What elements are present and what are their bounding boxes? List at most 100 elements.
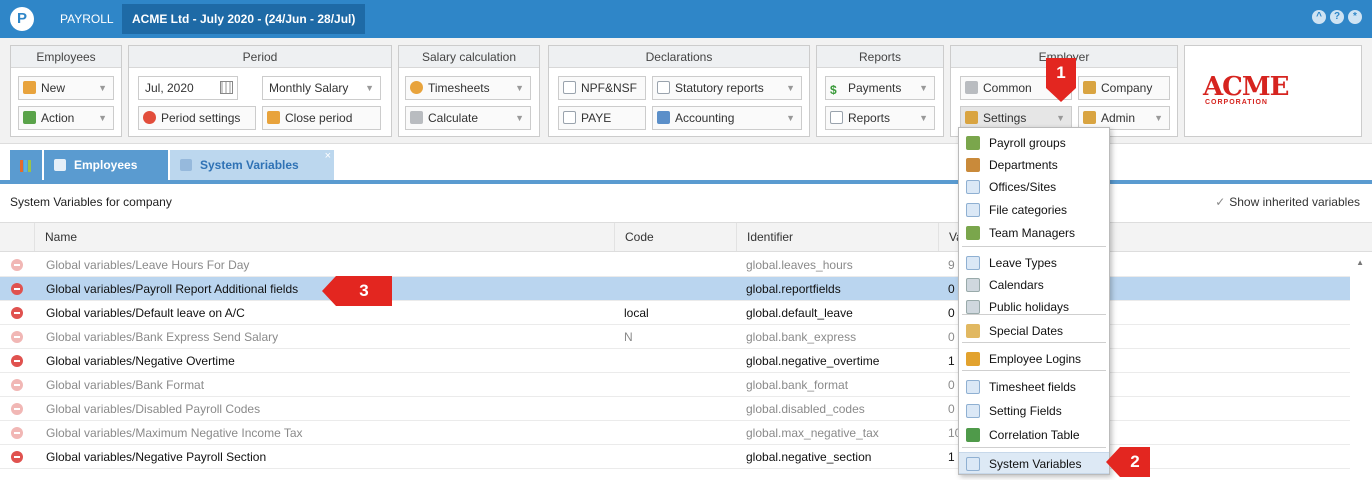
- tab-underline: [0, 180, 1372, 184]
- menu-item-label: Employee Logins: [989, 352, 1082, 366]
- document-icon: [830, 111, 843, 124]
- menu-item-setting-fields[interactable]: Setting Fields: [959, 400, 1109, 422]
- menu-item-file-categories[interactable]: File categories: [959, 199, 1109, 221]
- cell-identifier: global.default_leave: [746, 306, 853, 320]
- grid-header: Name Code Identifier Va: [0, 222, 1372, 252]
- column-header-identifier[interactable]: Identifier: [736, 223, 938, 251]
- menu-item-team-managers[interactable]: Team Managers: [959, 222, 1109, 244]
- company-icon: [1083, 81, 1096, 94]
- reports-button[interactable]: Reports ▼: [825, 106, 935, 130]
- period-settings-button[interactable]: Period settings: [138, 106, 256, 130]
- close-icon[interactable]: ×: [325, 141, 331, 171]
- table-row[interactable]: Global variables/Negative Overtime global…: [0, 349, 1350, 373]
- tab-system-variables[interactable]: System Variables ×: [170, 150, 334, 180]
- app-logo-icon[interactable]: P: [10, 7, 34, 31]
- document-icon: [54, 159, 66, 171]
- column-header-name[interactable]: Name: [34, 223, 614, 251]
- dropdown-arrow-icon: ▼: [98, 113, 107, 123]
- action-button[interactable]: Action ▼: [18, 106, 114, 130]
- cell-code: N: [624, 330, 633, 344]
- status-icon[interactable]: [11, 355, 23, 367]
- gear-icon[interactable]: *: [1348, 10, 1362, 24]
- calendar-icon[interactable]: [220, 81, 233, 94]
- app-name[interactable]: PAYROLL: [60, 12, 114, 26]
- checkmark-icon[interactable]: ✓: [1215, 195, 1225, 209]
- gear-icon: [1083, 111, 1096, 124]
- payments-button[interactable]: $ Payments ▼: [825, 76, 935, 100]
- menu-item-calendars[interactable]: Calendars: [959, 274, 1109, 296]
- menu-item-label: Leave Types: [989, 256, 1057, 270]
- status-icon[interactable]: [11, 379, 23, 391]
- paye-button[interactable]: PAYE: [558, 106, 646, 130]
- accounting-button[interactable]: Accounting ▼: [652, 106, 802, 130]
- column-header-code[interactable]: Code: [614, 223, 736, 251]
- period-month-input[interactable]: Jul, 2020: [138, 76, 238, 100]
- table-row[interactable]: Global variables/Payroll Report Addition…: [0, 277, 1350, 301]
- status-icon[interactable]: [11, 451, 23, 463]
- table-row[interactable]: Global variables/Bank Express Send Salar…: [0, 325, 1350, 349]
- menu-item-employee-logins[interactable]: Employee Logins: [959, 348, 1109, 370]
- status-icon[interactable]: [11, 331, 23, 343]
- menu-item-correlation-table[interactable]: Correlation Table: [959, 424, 1109, 446]
- status-icon[interactable]: [11, 283, 23, 295]
- menu-item-public-holidays[interactable]: Public holidays: [959, 296, 1109, 318]
- table-row[interactable]: Global variables/Leave Hours For Day glob…: [0, 253, 1350, 277]
- new-button[interactable]: New ▼: [18, 76, 114, 100]
- cell-name: Global variables/Negative Payroll Sectio…: [46, 450, 267, 464]
- status-icon[interactable]: [11, 259, 23, 271]
- document-icon: [966, 180, 980, 194]
- menu-item-label: Payroll groups: [989, 136, 1066, 150]
- menu-item-label: File categories: [989, 203, 1068, 217]
- table-row[interactable]: Global variables/Default leave on A/C loc…: [0, 301, 1350, 325]
- people-icon: [23, 111, 36, 124]
- help-icon[interactable]: ?: [1330, 10, 1344, 24]
- settings-dropdown-menu: Payroll groups Departments Offices/Sites Fi…: [958, 127, 1110, 475]
- document-icon: [966, 457, 980, 471]
- common-icon: [965, 81, 978, 94]
- table-row[interactable]: Global variables/Maximum Negative Income…: [0, 421, 1350, 445]
- scroll-up-icon[interactable]: ▲: [1356, 258, 1364, 267]
- cell-name: Global variables/Leave Hours For Day: [46, 258, 250, 272]
- close-period-button[interactable]: Close period: [262, 106, 381, 130]
- menu-item-system-variables[interactable]: System Variables: [959, 452, 1109, 474]
- calculate-button[interactable]: Calculate ▼: [405, 106, 531, 130]
- tab-dashboard[interactable]: [10, 150, 42, 180]
- calendar-icon: [966, 278, 980, 292]
- cell-code: local: [624, 306, 649, 320]
- menu-item-leave-types[interactable]: Leave Types: [959, 252, 1109, 274]
- show-inherited-checkbox[interactable]: ✓ Show inherited variables: [1215, 195, 1360, 209]
- accounting-icon: [657, 111, 670, 124]
- up-icon[interactable]: ^: [1312, 10, 1326, 24]
- period-badge[interactable]: ACME Ltd - July 2020 - (24/Jun - 28/Jul): [122, 4, 366, 34]
- menu-item-offices-sites[interactable]: Offices/Sites: [959, 176, 1109, 198]
- statutory-reports-button[interactable]: Statutory reports ▼: [652, 76, 802, 100]
- dropdown-arrow-icon: ▼: [786, 83, 795, 93]
- npf-nsf-button[interactable]: NPF&NSF: [558, 76, 646, 100]
- menu-item-departments[interactable]: Departments: [959, 154, 1109, 176]
- dropdown-arrow-icon: ▼: [515, 83, 524, 93]
- department-icon: [966, 158, 980, 172]
- status-icon[interactable]: [11, 427, 23, 439]
- menu-item-payroll-groups[interactable]: Payroll groups: [959, 132, 1109, 154]
- clock-icon: [410, 81, 423, 94]
- company-button[interactable]: Company: [1078, 76, 1170, 100]
- company-logo-name: ACME: [1203, 72, 1289, 102]
- status-icon[interactable]: [11, 403, 23, 415]
- group-title: Salary calculation: [399, 46, 539, 68]
- dropdown-arrow-icon: ▼: [919, 83, 928, 93]
- document-icon: [563, 111, 576, 124]
- status-icon[interactable]: [11, 307, 23, 319]
- salary-type-select[interactable]: Monthly Salary ▼: [262, 76, 381, 100]
- table-row[interactable]: Global variables/Disabled Payroll Codes g…: [0, 397, 1350, 421]
- callout-1: 1: [1046, 58, 1076, 88]
- menu-item-timesheet-fields[interactable]: Timesheet fields: [959, 376, 1109, 398]
- dropdown-arrow-icon: ▼: [1056, 113, 1065, 123]
- lock-icon: [966, 352, 980, 366]
- timesheets-button[interactable]: Timesheets ▼: [405, 76, 531, 100]
- correlation-icon: [966, 428, 980, 442]
- document-icon: [180, 159, 192, 171]
- title-bar: P PAYROLL ACME Ltd - July 2020 - (24/Jun…: [0, 0, 1372, 38]
- tab-employees[interactable]: Employees: [44, 150, 168, 180]
- menu-item-special-dates[interactable]: Special Dates: [959, 320, 1109, 342]
- table-row[interactable]: Global variables/Bank Format global.bank_…: [0, 373, 1350, 397]
